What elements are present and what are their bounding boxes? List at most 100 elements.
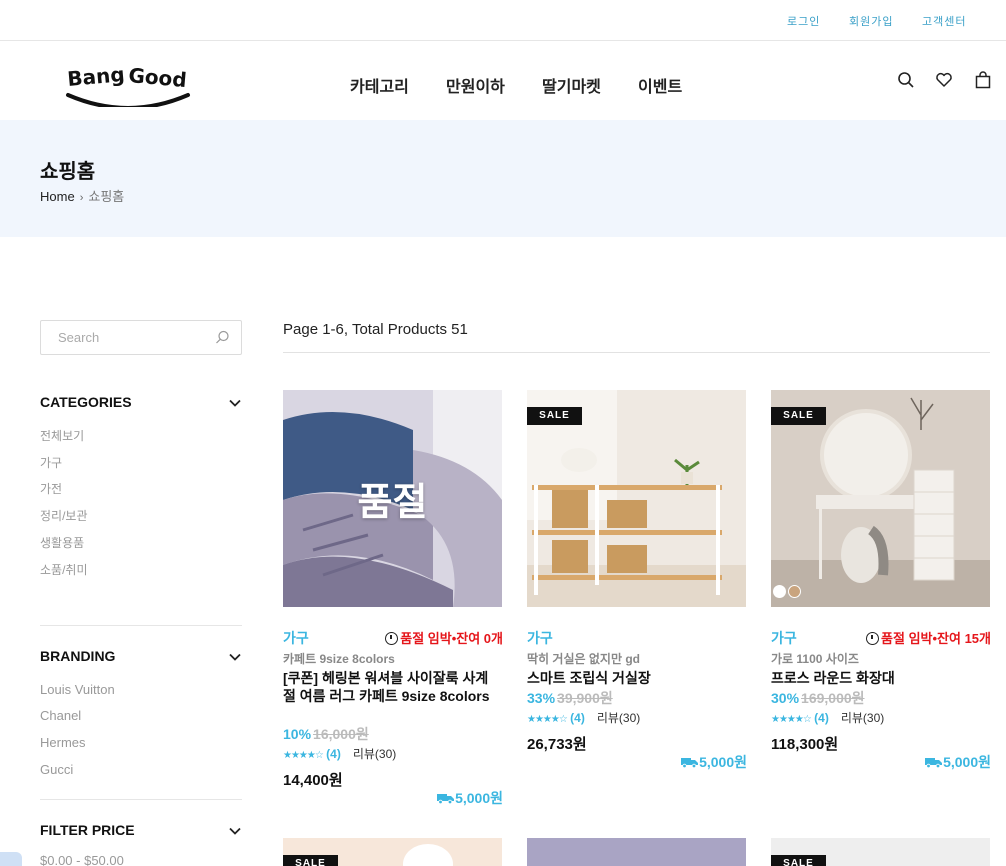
logo[interactable]: Bang Good xyxy=(62,55,194,110)
stock-warning: 품절 임박•잔여 0개 xyxy=(385,628,503,647)
category-link[interactable]: 정리/보관 xyxy=(40,507,88,524)
search-input[interactable] xyxy=(41,321,211,354)
product-image[interactable] xyxy=(527,838,746,866)
brand-link[interactable]: Louis Vuitton xyxy=(40,682,115,697)
search-icon[interactable] xyxy=(215,330,230,345)
rating-count: (4) xyxy=(814,711,829,725)
brand-link[interactable]: Hermes xyxy=(40,735,86,750)
sold-out-overlay: 품절 xyxy=(357,482,428,524)
chat-widget-tab[interactable] xyxy=(0,852,22,866)
product-name[interactable]: [쿠폰] 헤링본 워셔블 사이잘룩 사계절 여름 러그 카페트 9size 8c… xyxy=(283,669,497,705)
star-rating-icon: ★★★★☆ xyxy=(283,750,324,761)
shipping-fee: 5,000원 xyxy=(925,752,991,772)
product-subtitle: 딱히 거실은 없지만 gd xyxy=(527,652,640,666)
branding-heading: BRANDING xyxy=(40,648,116,664)
sale-price: 14,400원 xyxy=(283,772,343,789)
original-price: 39,900원 xyxy=(557,690,613,706)
brand-link[interactable]: Gucci xyxy=(40,762,73,777)
color-swatch[interactable] xyxy=(788,585,801,598)
product-category: 가구 xyxy=(771,630,797,646)
chevron-down-icon[interactable] xyxy=(228,650,242,664)
review-count[interactable]: 리뷰(30) xyxy=(597,711,640,725)
rating-count: (4) xyxy=(326,747,341,761)
stock-warning: 품절 임박•잔여 15개 xyxy=(866,628,991,647)
category-link[interactable]: 소품/취미 xyxy=(40,561,88,578)
price-discount-row: 33% 39,900원 xyxy=(527,688,613,708)
product-image[interactable]: SALE xyxy=(527,390,746,607)
product-photo-detail xyxy=(403,844,453,866)
main-header: Bang Good 카테고리 만원이하 딸기마켓 이벤트 xyxy=(0,41,1006,120)
color-swatch[interactable] xyxy=(773,585,786,598)
original-price: 16,000원 xyxy=(313,726,369,742)
heart-icon[interactable] xyxy=(935,71,953,89)
price-discount-row: 30% 169,000원 xyxy=(771,688,865,708)
breadcrumb-home[interactable]: Home xyxy=(40,189,75,204)
product-category: 가구 xyxy=(527,630,553,646)
divider xyxy=(283,352,990,353)
signup-link[interactable]: 회원가입 xyxy=(849,13,893,29)
discount-rate: 30% xyxy=(771,690,800,706)
search-icon[interactable] xyxy=(897,71,915,89)
discount-rate: 10% xyxy=(283,726,312,742)
sidebar-search xyxy=(40,320,242,355)
shipping-fee: 5,000원 xyxy=(437,788,503,808)
categories-heading: CATEGORIES xyxy=(40,394,132,410)
product-card[interactable]: SALE 가구 딱히 거실은 없지만 gd 스마트 조립식 거실장 33% 39,… xyxy=(527,390,747,770)
product-category: 가구 xyxy=(283,630,309,646)
category-link[interactable]: 생활용품 xyxy=(40,534,84,551)
nav-category[interactable]: 카테고리 xyxy=(350,73,409,97)
nav-under-10000[interactable]: 만원이하 xyxy=(446,73,505,97)
support-link[interactable]: 고객센터 xyxy=(922,13,966,29)
shipping-fee: 5,000원 xyxy=(681,752,747,772)
sale-price: 118,300원 xyxy=(771,736,839,753)
star-rating-icon: ★★★★☆ xyxy=(771,714,812,725)
truck-icon xyxy=(925,758,943,768)
sale-badge: SALE xyxy=(771,407,826,425)
brand-link[interactable]: Chanel xyxy=(40,708,81,723)
price-range-link[interactable]: $0.00 - $50.00 xyxy=(40,853,124,866)
rating-row: ★★★★☆ (4) 리뷰(30) xyxy=(527,709,640,726)
category-link[interactable]: 전체보기 xyxy=(40,427,84,444)
chevron-down-icon[interactable] xyxy=(228,824,242,838)
category-link[interactable]: 가구 xyxy=(40,454,62,471)
shopping-bag-icon[interactable] xyxy=(974,71,992,89)
chevron-down-icon[interactable] xyxy=(228,396,242,410)
divider xyxy=(40,625,242,626)
page-hero: 쇼핑홈 Home › 쇼핑홈 xyxy=(0,120,1006,237)
breadcrumb-current: 쇼핑홈 xyxy=(88,189,125,204)
product-image[interactable]: SALE xyxy=(771,390,990,607)
clock-icon xyxy=(866,632,880,645)
product-card[interactable]: SALE 가구 품절 임박•잔여 15개 가로 1100 사이즈 프로스 라운드… xyxy=(771,390,991,770)
breadcrumb: Home › 쇼핑홈 xyxy=(40,186,124,205)
review-count[interactable]: 리뷰(30) xyxy=(841,711,884,725)
sale-badge: SALE xyxy=(771,855,826,866)
original-price: 169,000원 xyxy=(801,690,865,706)
price-discount-row: 10% 16,000원 xyxy=(283,724,369,744)
product-image[interactable]: SALE xyxy=(283,838,502,866)
sale-badge: SALE xyxy=(527,407,582,425)
logo-image: Bang Good xyxy=(66,62,190,110)
svg-text:Bang: Bang xyxy=(66,62,125,91)
product-image[interactable]: 품절 xyxy=(283,390,502,607)
svg-text:Good: Good xyxy=(128,63,188,92)
star-rating-icon: ★★★★☆ xyxy=(527,714,568,725)
product-card[interactable]: 품절 가구 품절 임박•잔여 0개 카페트 9size 8colors [쿠폰]… xyxy=(283,390,503,806)
product-image[interactable]: SALE xyxy=(771,838,990,866)
product-name[interactable]: 프로스 라운드 화장대 xyxy=(771,669,985,687)
truck-icon xyxy=(437,794,455,804)
top-utility-bar: 로그인 회원가입 고객센터 xyxy=(0,0,1006,41)
sale-badge: SALE xyxy=(283,855,338,866)
product-subtitle: 가로 1100 사이즈 xyxy=(771,652,859,666)
product-name[interactable]: 스마트 조립식 거실장 xyxy=(527,669,741,687)
nav-strawberry-market[interactable]: 딸기마켓 xyxy=(542,73,601,97)
review-count[interactable]: 리뷰(30) xyxy=(353,747,396,761)
nav-event[interactable]: 이벤트 xyxy=(638,73,682,97)
rating-row: ★★★★☆ (4) 리뷰(30) xyxy=(283,745,396,762)
login-link[interactable]: 로그인 xyxy=(787,13,820,29)
product-subtitle: 카페트 9size 8colors xyxy=(283,652,395,666)
color-swatches xyxy=(773,585,803,603)
divider xyxy=(40,799,242,800)
category-link[interactable]: 가전 xyxy=(40,480,62,497)
truck-icon xyxy=(681,758,699,768)
discount-rate: 33% xyxy=(527,690,556,706)
